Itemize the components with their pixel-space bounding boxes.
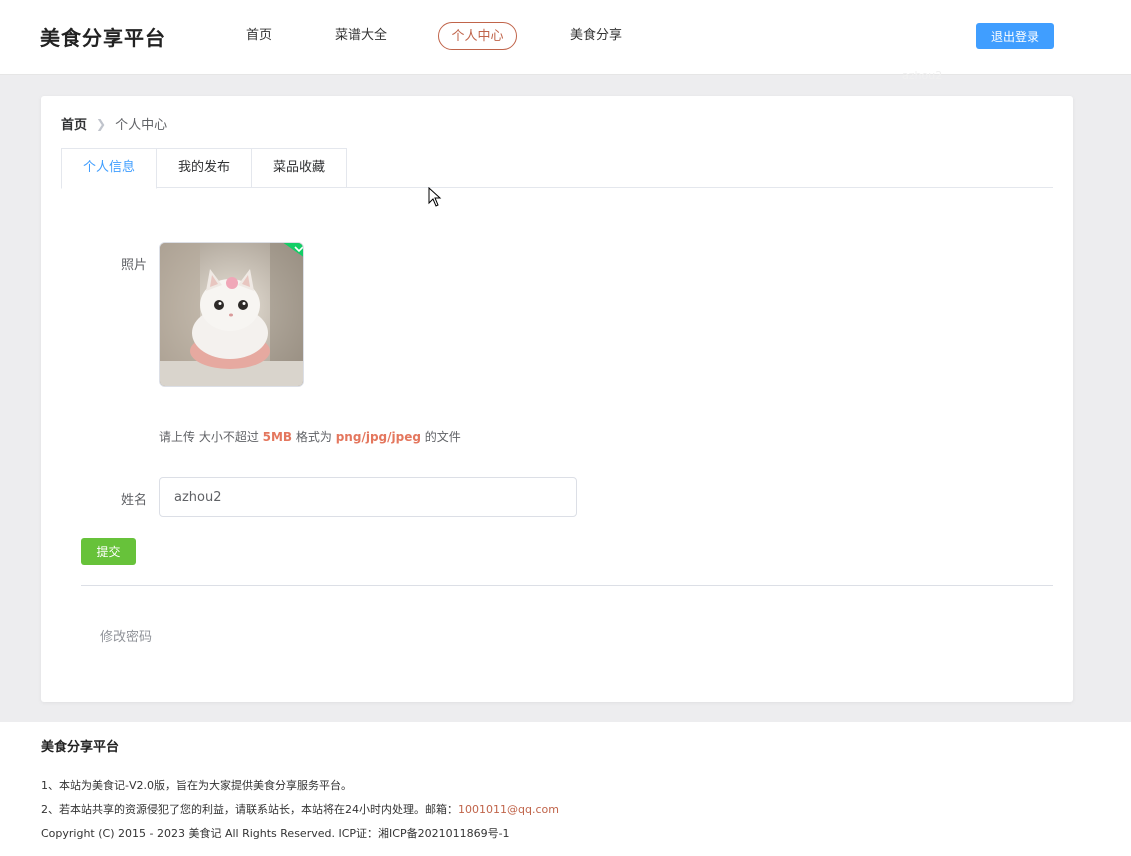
upload-tip-size: 5MB	[262, 430, 293, 444]
tab-personal-info[interactable]: 个人信息	[61, 148, 157, 189]
form-divider	[81, 585, 1053, 586]
upload-tip: 请上传 大小不超过 5MB 格式为 png/jpg/jpeg 的文件	[159, 428, 461, 445]
username-label: azhou2	[902, 69, 943, 82]
upload-tip-prefix: 请上传 大小不超过	[159, 430, 263, 444]
check-icon	[283, 243, 303, 257]
footer-copyright: Copyright (C) 2015 - 2023 美食记 All Rights…	[41, 827, 510, 840]
footer-line-2-text: 2、若本站共享的资源侵犯了您的利益，请联系站长，本站将在24小时内处理。邮箱：	[41, 803, 458, 816]
brand-logo: 美食分享平台	[40, 26, 166, 50]
name-input[interactable]	[159, 477, 577, 517]
breadcrumb: 首页 ❯ 个人中心	[61, 114, 168, 134]
change-password-link[interactable]: 修改密码	[100, 626, 152, 645]
tab-favorites[interactable]: 菜品收藏	[251, 148, 347, 188]
photo-label: 照片	[120, 258, 147, 273]
logout-button[interactable]: 退出登录	[976, 23, 1054, 49]
profile-tabs: 个人信息 我的发布 菜品收藏	[61, 148, 1053, 189]
top-header: 美食分享平台 首页 菜谱大全 个人中心 美食分享 退出登录	[0, 0, 1131, 75]
nav-home[interactable]: 首页	[231, 22, 287, 50]
breadcrumb-home[interactable]: 首页	[61, 114, 87, 133]
mouse-pointer-icon	[428, 187, 442, 207]
tab-my-posts[interactable]: 我的发布	[156, 148, 252, 188]
submit-button[interactable]: 提交	[81, 538, 136, 565]
footer-title: 美食分享平台	[41, 740, 120, 755]
footer-line-2: 2、若本站共享的资源侵犯了您的利益，请联系站长，本站将在24小时内处理。邮箱：1…	[41, 801, 559, 817]
profile-card: 首页 ❯ 个人中心 个人信息 我的发布 菜品收藏 照片 请上传 大小不超过 5M…	[41, 96, 1073, 702]
name-label: 姓名	[120, 493, 147, 508]
nav-recipes[interactable]: 菜谱大全	[323, 22, 399, 50]
chevron-right-icon: ❯	[96, 116, 107, 131]
footer-email-link[interactable]: 1001011@qq.com	[458, 803, 559, 816]
breadcrumb-current: 个人中心	[115, 118, 168, 133]
upload-tip-formats: png/jpg/jpeg	[335, 430, 421, 444]
upload-tip-middle: 格式为	[292, 430, 336, 444]
site-footer: 美食分享平台 1、本站为美食记-V2.0版，旨在为大家提供美食分享服务平台。 2…	[0, 722, 1131, 856]
avatar-upload[interactable]	[159, 242, 304, 387]
footer-line-1: 1、本站为美食记-V2.0版，旨在为大家提供美食分享服务平台。	[41, 779, 352, 792]
nav-personal-center[interactable]: 个人中心	[438, 22, 517, 50]
nav-food-share[interactable]: 美食分享	[558, 22, 634, 50]
upload-tip-suffix: 的文件	[420, 430, 461, 444]
